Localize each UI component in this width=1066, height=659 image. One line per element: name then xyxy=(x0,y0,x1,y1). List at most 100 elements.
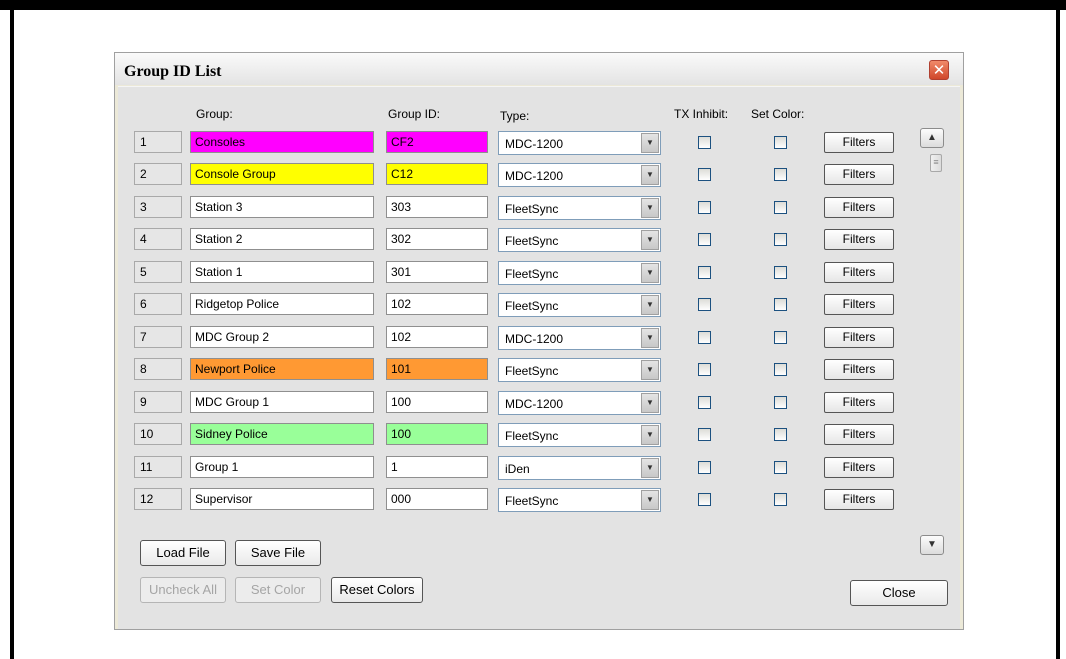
type-dropdown[interactable]: FleetSync ▼ xyxy=(498,488,661,512)
set-color-checkbox[interactable] xyxy=(774,233,787,246)
scroll-down-arrow-icon[interactable]: ▼ xyxy=(920,535,944,555)
filters-button[interactable]: Filters xyxy=(824,197,894,218)
set-color-checkbox[interactable] xyxy=(774,201,787,214)
group-id-field[interactable]: 101 xyxy=(386,358,488,380)
filters-button[interactable]: Filters xyxy=(824,327,894,348)
type-dropdown[interactable]: MDC-1200 ▼ xyxy=(498,131,661,155)
type-selected-value: MDC-1200 xyxy=(505,169,564,183)
tx-inhibit-checkbox[interactable] xyxy=(698,461,711,474)
tx-inhibit-checkbox[interactable] xyxy=(698,363,711,376)
tx-inhibit-checkbox[interactable] xyxy=(698,201,711,214)
chevron-down-icon[interactable]: ▼ xyxy=(641,393,659,413)
type-dropdown[interactable]: MDC-1200 ▼ xyxy=(498,163,661,187)
chevron-down-icon[interactable]: ▼ xyxy=(641,328,659,348)
set-color-checkbox[interactable] xyxy=(774,493,787,506)
tx-inhibit-checkbox[interactable] xyxy=(698,493,711,506)
filters-button[interactable]: Filters xyxy=(824,359,894,380)
group-id-field[interactable]: CF2 xyxy=(386,131,488,153)
group-id-field[interactable]: 100 xyxy=(386,423,488,445)
chevron-down-icon[interactable]: ▼ xyxy=(641,230,659,250)
type-dropdown[interactable]: iDen ▼ xyxy=(498,456,661,480)
set-color-checkbox[interactable] xyxy=(774,266,787,279)
reset-colors-button[interactable]: Reset Colors xyxy=(331,577,423,603)
table-row: 5 Station 1 301 FleetSync ▼ Filters xyxy=(118,259,960,285)
filters-button[interactable]: Filters xyxy=(824,262,894,283)
tx-inhibit-checkbox[interactable] xyxy=(698,168,711,181)
scrollbar-thumb[interactable]: ≡ xyxy=(930,154,942,172)
dialog-client-area: Group: Group ID: Type: TX Inhibit: Set C… xyxy=(118,86,960,629)
group-name-field[interactable]: MDC Group 2 xyxy=(190,326,374,348)
tx-inhibit-checkbox[interactable] xyxy=(698,428,711,441)
group-id-field[interactable]: 102 xyxy=(386,293,488,315)
filters-button[interactable]: Filters xyxy=(824,424,894,445)
tx-inhibit-checkbox[interactable] xyxy=(698,396,711,409)
group-id-field[interactable]: 000 xyxy=(386,488,488,510)
group-name-field[interactable]: Newport Police xyxy=(190,358,374,380)
filters-button[interactable]: Filters xyxy=(824,132,894,153)
chevron-down-icon[interactable]: ▼ xyxy=(641,360,659,380)
group-name-field[interactable]: Console Group xyxy=(190,163,374,185)
group-name-field[interactable]: Ridgetop Police xyxy=(190,293,374,315)
chevron-down-icon[interactable]: ▼ xyxy=(641,165,659,185)
type-dropdown[interactable]: FleetSync ▼ xyxy=(498,228,661,252)
group-id-field[interactable]: 100 xyxy=(386,391,488,413)
group-id-field[interactable]: 303 xyxy=(386,196,488,218)
type-dropdown[interactable]: MDC-1200 ▼ xyxy=(498,391,661,415)
tx-inhibit-checkbox[interactable] xyxy=(698,136,711,149)
group-name-field[interactable]: Consoles xyxy=(190,131,374,153)
tx-inhibit-checkbox[interactable] xyxy=(698,298,711,311)
chevron-down-icon[interactable]: ▼ xyxy=(641,263,659,283)
close-button[interactable]: Close xyxy=(850,580,948,606)
group-name-field[interactable]: Group 1 xyxy=(190,456,374,478)
set-color-checkbox[interactable] xyxy=(774,396,787,409)
type-dropdown[interactable]: FleetSync ▼ xyxy=(498,261,661,285)
type-dropdown[interactable]: FleetSync ▼ xyxy=(498,423,661,447)
type-dropdown[interactable]: FleetSync ▼ xyxy=(498,358,661,382)
set-color-checkbox[interactable] xyxy=(774,363,787,376)
set-color-checkbox[interactable] xyxy=(774,461,787,474)
group-name-field[interactable]: MDC Group 1 xyxy=(190,391,374,413)
tx-inhibit-checkbox[interactable] xyxy=(698,331,711,344)
set-color-checkbox[interactable] xyxy=(774,136,787,149)
chevron-down-icon[interactable]: ▼ xyxy=(641,458,659,478)
filters-button[interactable]: Filters xyxy=(824,392,894,413)
filters-button[interactable]: Filters xyxy=(824,294,894,315)
group-id-field[interactable]: 1 xyxy=(386,456,488,478)
filters-button[interactable]: Filters xyxy=(824,489,894,510)
type-selected-value: FleetSync xyxy=(505,494,559,508)
filters-button[interactable]: Filters xyxy=(824,457,894,478)
set-color-button[interactable]: Set Color xyxy=(235,577,321,603)
type-dropdown[interactable]: MDC-1200 ▼ xyxy=(498,326,661,350)
group-id-field[interactable]: C12 xyxy=(386,163,488,185)
chevron-down-icon[interactable]: ▼ xyxy=(641,490,659,510)
save-file-button[interactable]: Save File xyxy=(235,540,321,566)
group-name-field[interactable]: Sidney Police xyxy=(190,423,374,445)
type-dropdown[interactable]: FleetSync ▼ xyxy=(498,293,661,317)
chevron-down-icon[interactable]: ▼ xyxy=(641,198,659,218)
set-color-checkbox[interactable] xyxy=(774,298,787,311)
set-color-checkbox[interactable] xyxy=(774,428,787,441)
chevron-down-icon[interactable]: ▼ xyxy=(641,295,659,315)
group-id-field[interactable]: 302 xyxy=(386,228,488,250)
group-name-field[interactable]: Supervisor xyxy=(190,488,374,510)
row-number: 6 xyxy=(134,293,182,315)
close-window-icon[interactable]: ✕ xyxy=(929,60,949,80)
filters-button[interactable]: Filters xyxy=(824,229,894,250)
uncheck-all-button[interactable]: Uncheck All xyxy=(140,577,226,603)
scroll-up-arrow-icon[interactable]: ▲ xyxy=(920,128,944,148)
group-name-field[interactable]: Station 3 xyxy=(190,196,374,218)
tx-inhibit-checkbox[interactable] xyxy=(698,266,711,279)
filters-button[interactable]: Filters xyxy=(824,164,894,185)
tx-inhibit-checkbox[interactable] xyxy=(698,233,711,246)
set-color-checkbox[interactable] xyxy=(774,331,787,344)
chevron-down-icon[interactable]: ▼ xyxy=(641,133,659,153)
group-name-field[interactable]: Station 2 xyxy=(190,228,374,250)
load-file-button[interactable]: Load File xyxy=(140,540,226,566)
group-name-field[interactable]: Station 1 xyxy=(190,261,374,283)
set-color-checkbox[interactable] xyxy=(774,168,787,181)
chevron-down-icon[interactable]: ▼ xyxy=(641,425,659,445)
type-dropdown[interactable]: FleetSync ▼ xyxy=(498,196,661,220)
group-id-field[interactable]: 102 xyxy=(386,326,488,348)
group-id-field[interactable]: 301 xyxy=(386,261,488,283)
type-selected-value: FleetSync xyxy=(505,364,559,378)
